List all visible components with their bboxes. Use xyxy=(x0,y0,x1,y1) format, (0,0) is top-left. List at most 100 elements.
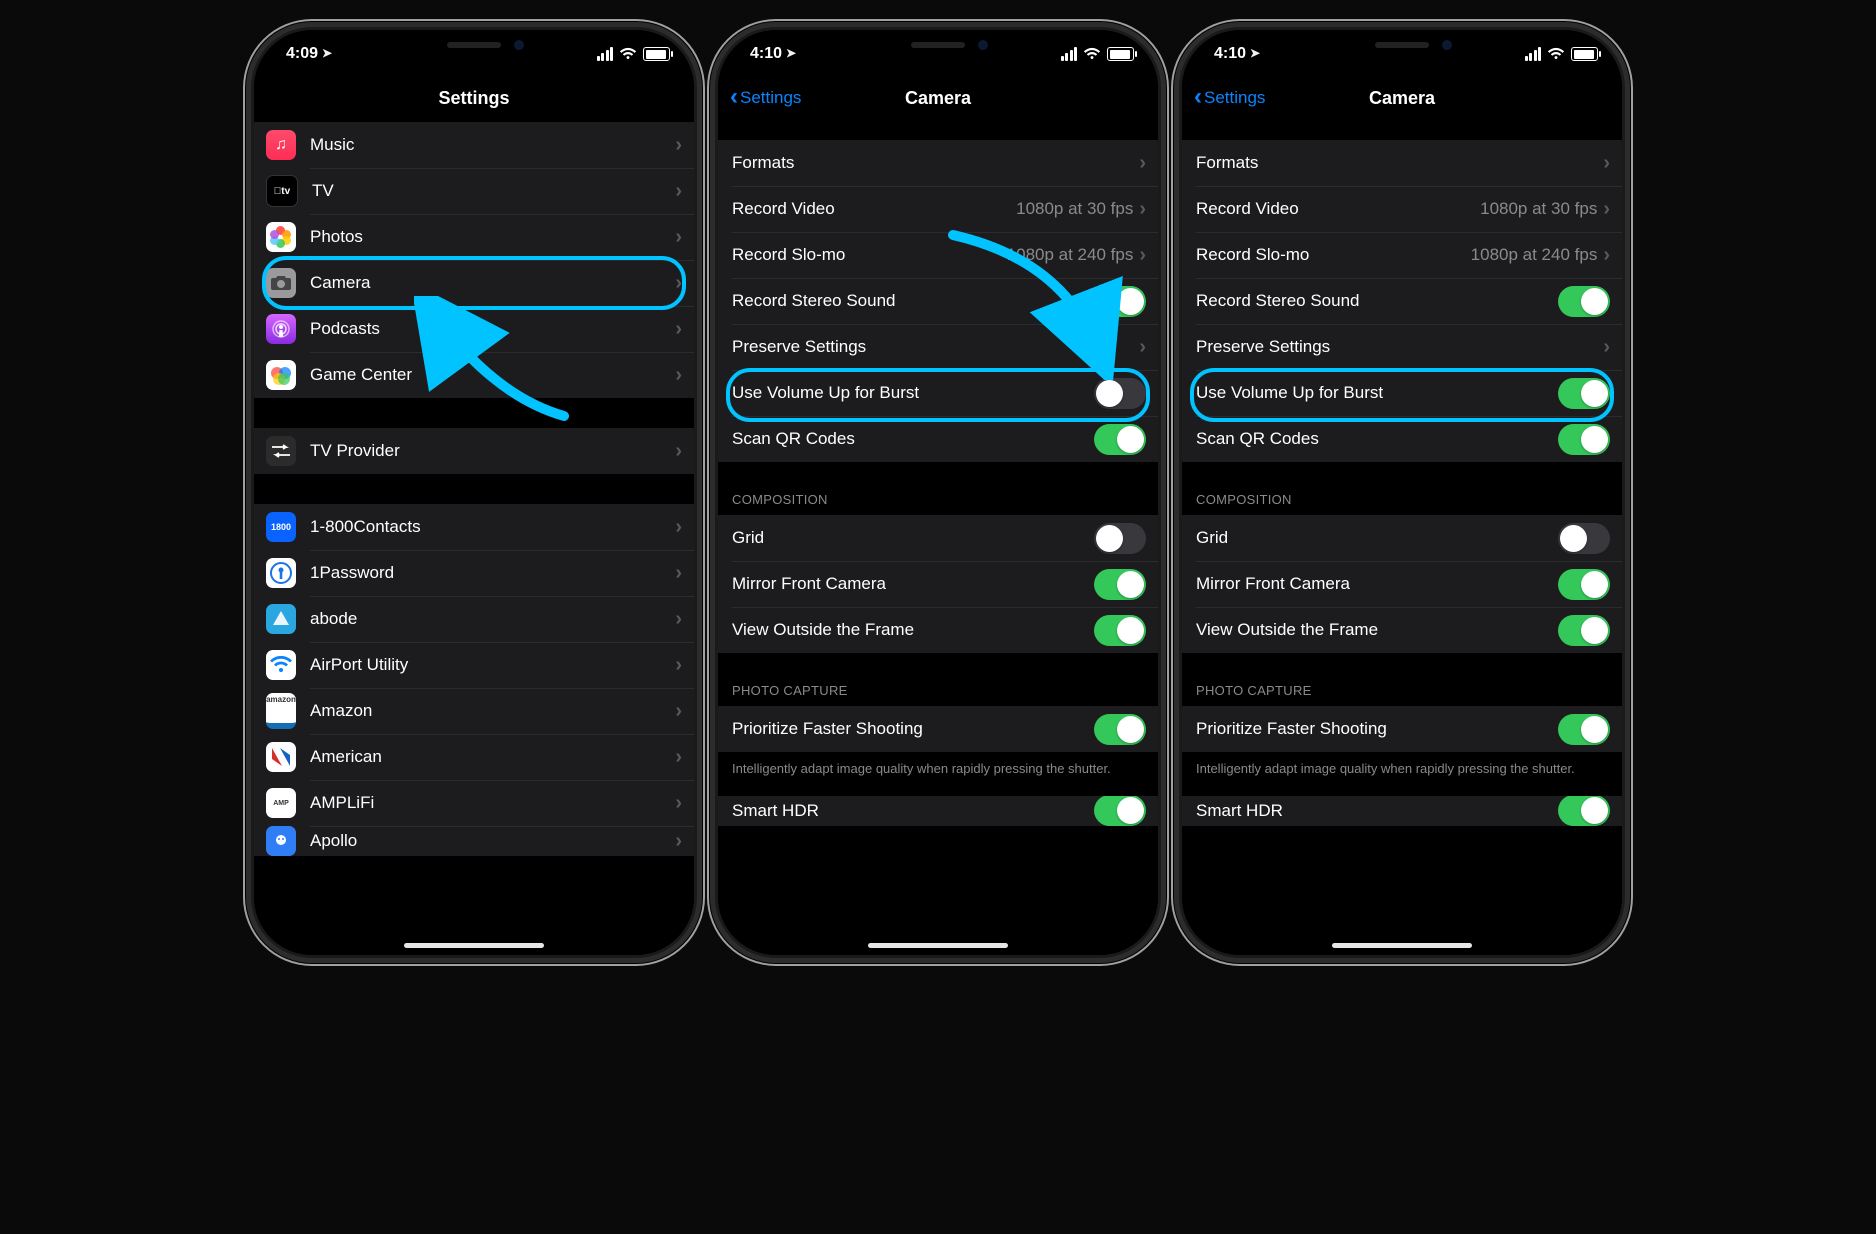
settings-row-1800contacts[interactable]: 1800 1-800Contacts › xyxy=(254,504,694,550)
chevron-right-icon: › xyxy=(675,792,682,815)
status-time: 4:10 xyxy=(1214,45,1246,63)
chevron-right-icon: › xyxy=(675,180,682,203)
phone-frame-1: 4:09 ➤ Settings ♫ Music › xyxy=(254,30,694,955)
toggle-grid[interactable] xyxy=(1558,523,1610,554)
back-button[interactable]: ‹ Settings xyxy=(730,74,801,122)
row-view-outside-frame[interactable]: View Outside the Frame xyxy=(1182,607,1622,653)
toggle-smart-hdr[interactable] xyxy=(1558,796,1610,826)
row-label: Podcasts xyxy=(310,319,675,339)
phone-frame-2: 4:10 ➤ ‹ Settings Camera Formats › xyxy=(718,30,1158,955)
toggle-stereo[interactable] xyxy=(1558,286,1610,317)
toggle-stereo[interactable] xyxy=(1094,286,1146,317)
home-indicator[interactable] xyxy=(868,943,1008,948)
row-faster-shooting[interactable]: Prioritize Faster Shooting xyxy=(718,706,1158,752)
chevron-right-icon: › xyxy=(675,608,682,631)
settings-row-photos[interactable]: Photos › xyxy=(254,214,694,260)
camera-icon xyxy=(266,268,296,298)
home-indicator[interactable] xyxy=(1332,943,1472,948)
row-value: 1080p at 240 fps xyxy=(1007,245,1134,265)
chevron-left-icon: ‹ xyxy=(1194,83,1202,111)
toggle-outside[interactable] xyxy=(1558,615,1610,646)
settings-row-game-center[interactable]: Game Center › xyxy=(254,352,694,398)
toggle-mirror[interactable] xyxy=(1094,569,1146,600)
row-stereo-sound[interactable]: Record Stereo Sound xyxy=(718,278,1158,324)
row-scan-qr[interactable]: Scan QR Codes xyxy=(718,416,1158,462)
chevron-right-icon: › xyxy=(1603,198,1610,221)
home-indicator[interactable] xyxy=(404,943,544,948)
settings-row-music[interactable]: ♫ Music › xyxy=(254,122,694,168)
back-button[interactable]: ‹ Settings xyxy=(1194,74,1265,122)
row-label: TV Provider xyxy=(310,441,675,461)
row-scan-qr[interactable]: Scan QR Codes xyxy=(1182,416,1622,462)
footer-faster-shooting: Intelligently adapt image quality when r… xyxy=(1182,752,1622,778)
settings-row-apollo[interactable]: Apollo › xyxy=(254,826,694,856)
row-label: 1-800Contacts xyxy=(310,517,675,537)
chevron-left-icon: ‹ xyxy=(730,83,738,111)
toggle-faster[interactable] xyxy=(1094,714,1146,745)
row-stereo-sound[interactable]: Record Stereo Sound xyxy=(1182,278,1622,324)
toggle-qr[interactable] xyxy=(1094,424,1146,455)
row-value: 1080p at 30 fps xyxy=(1480,199,1597,219)
app-icon-amplifi: AMP xyxy=(266,788,296,818)
chevron-right-icon: › xyxy=(675,134,682,157)
row-preserve-settings[interactable]: Preserve Settings › xyxy=(718,324,1158,370)
toggle-smart-hdr[interactable] xyxy=(1094,796,1146,826)
section-header-composition: COMPOSITION xyxy=(718,462,1158,515)
settings-row-airport[interactable]: AirPort Utility › xyxy=(254,642,694,688)
toggle-faster[interactable] xyxy=(1558,714,1610,745)
chevron-right-icon: › xyxy=(675,830,682,853)
settings-row-tv[interactable]: tv TV › xyxy=(254,168,694,214)
toggle-qr[interactable] xyxy=(1558,424,1610,455)
app-icon-abode xyxy=(266,604,296,634)
battery-icon xyxy=(1107,47,1134,61)
row-mirror-front[interactable]: Mirror Front Camera xyxy=(718,561,1158,607)
chevron-right-icon: › xyxy=(675,700,682,723)
row-record-slomo[interactable]: Record Slo-mo 1080p at 240 fps › xyxy=(718,232,1158,278)
camera-settings-list[interactable]: Formats › Record Video 1080p at 30 fps ›… xyxy=(718,122,1158,955)
settings-row-amazon[interactable]: amazon Amazon › xyxy=(254,688,694,734)
row-value: 1080p at 30 fps xyxy=(1016,199,1133,219)
nav-header: ‹ Settings Camera xyxy=(1182,74,1622,123)
row-record-video[interactable]: Record Video 1080p at 30 fps › xyxy=(1182,186,1622,232)
row-grid[interactable]: Grid xyxy=(718,515,1158,561)
row-label: Apollo xyxy=(310,831,675,851)
tv-provider-icon xyxy=(266,436,296,466)
settings-row-abode[interactable]: abode › xyxy=(254,596,694,642)
photos-icon xyxy=(266,222,296,252)
settings-row-1password[interactable]: 1Password › xyxy=(254,550,694,596)
row-preserve-settings[interactable]: Preserve Settings › xyxy=(1182,324,1622,370)
settings-list[interactable]: ♫ Music › tv TV › xyxy=(254,122,694,955)
settings-row-podcasts[interactable]: Podcasts › xyxy=(254,306,694,352)
row-volume-up-burst[interactable]: Use Volume Up for Burst xyxy=(718,370,1158,416)
toggle-mirror[interactable] xyxy=(1558,569,1610,600)
row-grid[interactable]: Grid xyxy=(1182,515,1622,561)
settings-row-camera[interactable]: Camera › xyxy=(254,260,694,306)
app-icon-amazon: amazon xyxy=(266,693,296,729)
row-faster-shooting[interactable]: Prioritize Faster Shooting xyxy=(1182,706,1622,752)
chevron-right-icon: › xyxy=(675,654,682,677)
row-formats[interactable]: Formats › xyxy=(1182,140,1622,186)
row-smart-hdr[interactable]: Smart HDR xyxy=(718,796,1158,826)
row-label: Music xyxy=(310,135,675,155)
row-view-outside-frame[interactable]: View Outside the Frame xyxy=(718,607,1158,653)
settings-row-amplifi[interactable]: AMP AMPLiFi › xyxy=(254,780,694,826)
row-record-slomo[interactable]: Record Slo-mo 1080p at 240 fps › xyxy=(1182,232,1622,278)
row-formats[interactable]: Formats › xyxy=(718,140,1158,186)
settings-row-tv-provider[interactable]: TV Provider › xyxy=(254,428,694,474)
app-icon-airport xyxy=(266,650,296,680)
row-label: AirPort Utility xyxy=(310,655,675,675)
cellular-icon xyxy=(1525,47,1542,61)
toggle-grid[interactable] xyxy=(1094,523,1146,554)
chevron-right-icon: › xyxy=(675,516,682,539)
row-record-video[interactable]: Record Video 1080p at 30 fps › xyxy=(718,186,1158,232)
camera-settings-list[interactable]: Formats › Record Video 1080p at 30 fps ›… xyxy=(1182,122,1622,955)
toggle-burst[interactable] xyxy=(1558,378,1610,409)
music-icon: ♫ xyxy=(266,130,296,160)
toggle-outside[interactable] xyxy=(1094,615,1146,646)
row-volume-up-burst[interactable]: Use Volume Up for Burst xyxy=(1182,370,1622,416)
row-smart-hdr[interactable]: Smart HDR xyxy=(1182,796,1622,826)
row-mirror-front[interactable]: Mirror Front Camera xyxy=(1182,561,1622,607)
settings-row-american[interactable]: American › xyxy=(254,734,694,780)
game-center-icon xyxy=(266,360,296,390)
toggle-burst[interactable] xyxy=(1094,378,1146,409)
